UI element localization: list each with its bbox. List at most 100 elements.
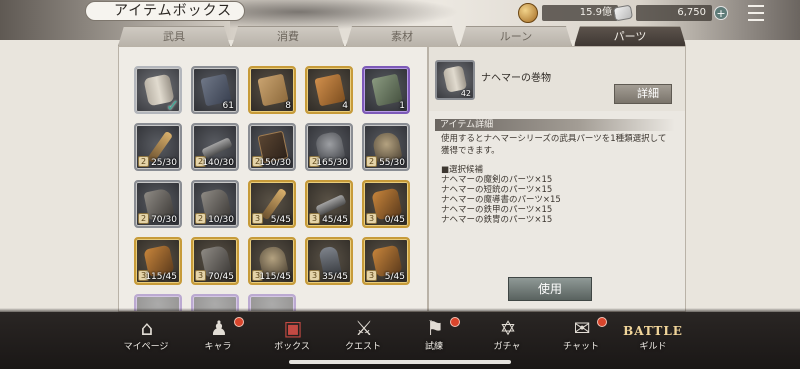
rarity-badge: 3 xyxy=(195,270,206,281)
item-count: 61 xyxy=(222,101,234,111)
item-count: 25/30 xyxy=(151,158,177,168)
item-slot[interactable]: 3 5/45 xyxy=(248,180,296,228)
battle-guild-icon: BATTLE xyxy=(623,324,683,338)
nav-summon-circle[interactable]: ✡ ガチャ xyxy=(471,316,543,364)
nav-label: ギルド xyxy=(639,342,667,352)
item-list-panel[interactable]: ✓ 61 8 4 1 2 25/30 2 140/30 2 150/30 2 165/30 2 55/30 2… xyxy=(118,46,428,312)
gem-currency: 6,750 + xyxy=(612,4,728,22)
tab-consumables[interactable]: 消費 xyxy=(232,26,344,46)
item-description: 使用するとナヘマーシリーズの武具パーツを1種類選択して 獲得できます。 xyxy=(441,134,667,156)
add-gems-button[interactable]: + xyxy=(714,6,728,20)
item-count: 115/45 xyxy=(259,272,291,282)
nav-home[interactable]: ⌂ マイページ xyxy=(110,316,182,364)
candidate-list-title: ■選択候補 xyxy=(441,165,484,175)
scroll-icon: 42 xyxy=(435,60,475,100)
nav-flag[interactable]: ⚑ 試練 xyxy=(398,316,470,364)
nav-battle-guild[interactable]: BATTLE ギルド xyxy=(617,316,689,364)
item-slot[interactable]: 2 140/30 xyxy=(191,123,239,171)
detail-item-count: 42 xyxy=(460,89,471,98)
crossed-swords-icon: ⚔ xyxy=(355,316,373,340)
item-count: 150/30 xyxy=(259,158,291,168)
item-count: 5/45 xyxy=(270,215,291,225)
tab-runes[interactable]: ルーン xyxy=(460,26,572,46)
characters-icon: ♟ xyxy=(210,316,228,340)
menu-icon[interactable] xyxy=(748,5,764,21)
item-slot[interactable]: 3 70/45 xyxy=(191,237,239,285)
item-slot[interactable]: 3 115/45 xyxy=(134,237,182,285)
nav-label: ボックス xyxy=(274,342,310,352)
rarity-badge: 3 xyxy=(366,213,377,224)
gun-icon xyxy=(315,194,347,216)
nav-chat[interactable]: ✉ チャット xyxy=(545,316,617,364)
item-detail-panel: 42 ナヘマーの巻物 詳細 アイテム詳細 使用するとナヘマーシリーズの武具パーツ… xyxy=(428,46,686,312)
item-slot[interactable]: 3 115/45 xyxy=(248,237,296,285)
nav-label: ガチャ xyxy=(493,342,521,352)
item-slot[interactable]: 2 165/30 xyxy=(305,123,353,171)
rarity-badge: 3 xyxy=(309,213,320,224)
item-slot[interactable]: 3 45/45 xyxy=(305,180,353,228)
item-slot[interactable]: 3 35/45 xyxy=(305,237,353,285)
candidate-list: ■選択候補 ナヘマーの魔剣のパーツ×15 ナヘマーの短銃のパーツ×15 ナヘマー… xyxy=(441,165,561,225)
item-slot[interactable]: 1 xyxy=(362,66,410,114)
use-button[interactable]: 使用 xyxy=(508,277,592,301)
flag-icon: ⚑ xyxy=(426,316,444,340)
detail-item-name: ナヘマーの巻物 xyxy=(481,73,551,84)
nav-label: チャット xyxy=(563,342,599,352)
item-count: 8 xyxy=(285,101,291,111)
gem-amount: 6,750 xyxy=(636,5,712,21)
tab-materials[interactable]: 素材 xyxy=(346,26,458,46)
rarity-badge: 3 xyxy=(366,270,377,281)
item-slot[interactable]: 61 xyxy=(191,66,239,114)
item-slot[interactable]: 2 25/30 xyxy=(134,123,182,171)
item-detail-heading: アイテム詳細 xyxy=(435,119,675,131)
item-slot[interactable]: ✓ xyxy=(134,66,182,114)
candidate-item: ナヘマーの短銃のパーツ×15 xyxy=(441,185,553,195)
item-grid: ✓ 61 8 4 1 2 25/30 2 140/30 2 150/30 2 165/30 2 55/30 2… xyxy=(134,66,424,285)
notification-dot xyxy=(234,317,244,327)
nav-crossed-swords[interactable]: ⚔ クエスト xyxy=(327,316,399,364)
candidate-item: ナヘマーの鉄冑のパーツ×15 xyxy=(441,215,553,225)
category-tabs: 武具 消費 素材 ルーン パーツ xyxy=(118,26,686,46)
tab-parts[interactable]: パーツ xyxy=(574,26,686,46)
rarity-badge: 2 xyxy=(195,213,206,224)
detail-button[interactable]: 詳細 xyxy=(614,84,672,104)
candidate-item: ナヘマーの鉄甲のパーツ×15 xyxy=(441,205,553,215)
item-slot[interactable]: 2 10/30 xyxy=(191,180,239,228)
nav-box[interactable]: ▣ ボックス xyxy=(256,316,328,364)
item-slot[interactable]: 2 55/30 xyxy=(362,123,410,171)
green-icon xyxy=(371,73,403,107)
home-indicator xyxy=(289,360,511,364)
notification-dot xyxy=(450,317,460,327)
item-count: 5/45 xyxy=(384,272,405,282)
nav-label: マイページ xyxy=(123,342,169,352)
gold-amount: 15.9億 xyxy=(542,5,618,21)
item-count: 165/30 xyxy=(316,158,348,168)
item-count: 55/30 xyxy=(379,158,405,168)
tab-weapons[interactable]: 武具 xyxy=(118,26,230,46)
item-count: 4 xyxy=(342,101,348,111)
home-icon: ⌂ xyxy=(140,316,154,340)
item-slot[interactable]: 2 70/30 xyxy=(134,180,182,228)
item-slot[interactable]: 2 150/30 xyxy=(248,123,296,171)
item-slot[interactable]: 3 5/45 xyxy=(362,237,410,285)
item-count: 70/45 xyxy=(208,272,234,282)
selected-check-icon: ✓ xyxy=(166,96,180,115)
gem-icon xyxy=(612,4,634,22)
item-slot[interactable]: 4 xyxy=(305,66,353,114)
item-count: 0/45 xyxy=(384,215,405,225)
item-slot[interactable]: 8 xyxy=(248,66,296,114)
candidate-item: ナヘマーの魔導書のパーツ×15 xyxy=(441,195,561,205)
map-icon xyxy=(257,73,289,107)
rarity-badge: 3 xyxy=(309,270,320,281)
item-slot[interactable]: 3 0/45 xyxy=(362,180,410,228)
nav-label: クエスト xyxy=(344,342,381,352)
orange-icon xyxy=(314,73,346,107)
gun-icon xyxy=(201,137,233,159)
rarity-badge: 2 xyxy=(366,156,377,167)
summon-circle-icon: ✡ xyxy=(499,316,517,340)
nav-label: キャラ xyxy=(204,342,232,352)
nav-characters[interactable]: ♟ キャラ xyxy=(182,316,254,364)
item-count: 35/45 xyxy=(322,272,348,282)
candidate-item: ナヘマーの魔剣のパーツ×15 xyxy=(441,175,553,185)
item-count: 140/30 xyxy=(202,158,234,168)
